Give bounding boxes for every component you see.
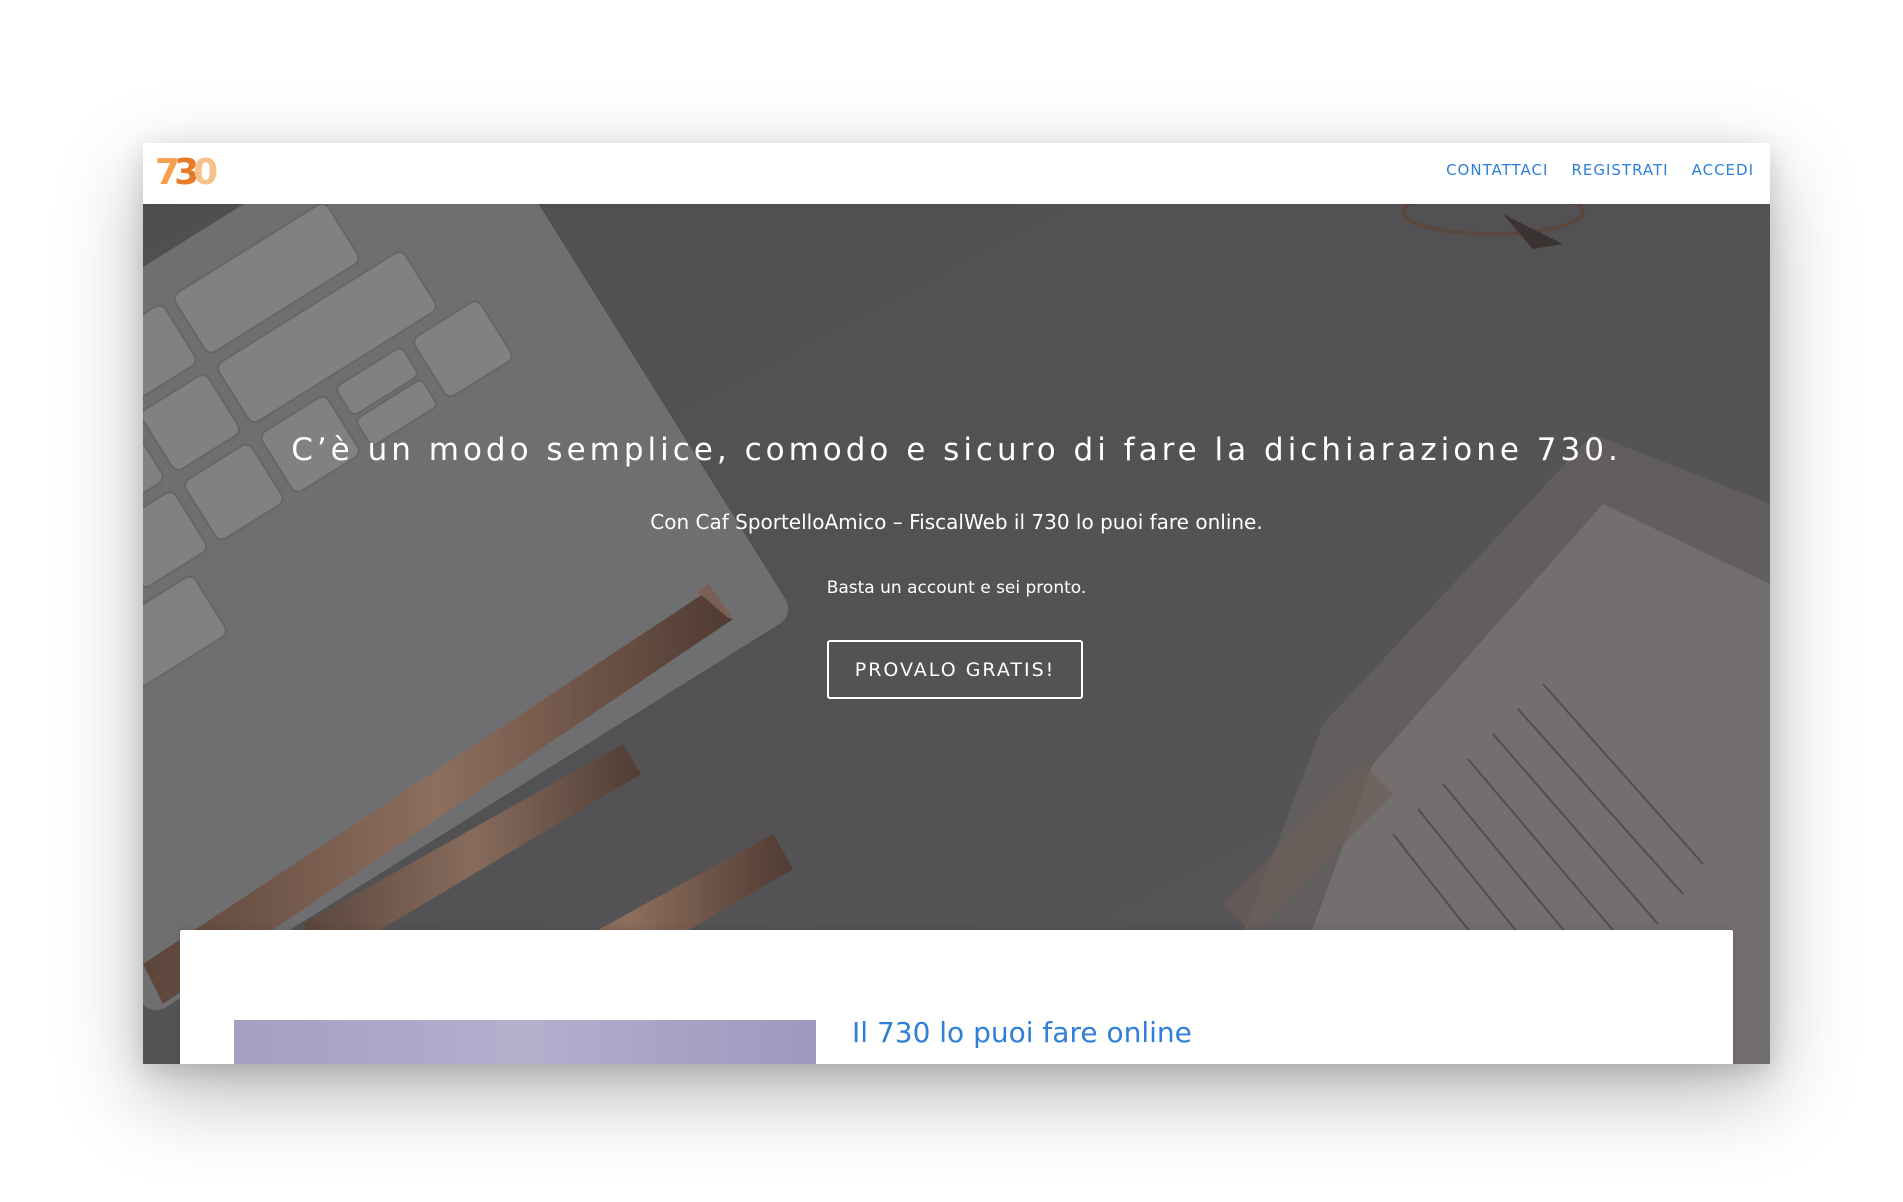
content-card: Il 730 lo puoi fare online	[180, 930, 1733, 1064]
logo-digit-7: 7	[155, 152, 180, 193]
hero-subtitle: Con Caf SportelloAmico – FiscalWeb il 73…	[650, 510, 1263, 534]
site-header: 730 CONTATTACI REGISTRATI ACCEDI	[143, 143, 1770, 204]
browser-page: 730 CONTATTACI REGISTRATI ACCEDI C’è un …	[143, 143, 1770, 1064]
site-logo[interactable]: 730	[155, 151, 218, 195]
hero-tagline: Basta un account e sei pronto.	[826, 578, 1087, 598]
logo-digit-3: 3	[174, 152, 199, 193]
nav-contact-link[interactable]: CONTATTACI	[1446, 161, 1548, 179]
screenshot-backdrop: 730 CONTATTACI REGISTRATI ACCEDI C’è un …	[0, 0, 1903, 1202]
main-nav: CONTATTACI REGISTRATI ACCEDI	[1446, 161, 1754, 179]
nav-login-link[interactable]: ACCEDI	[1692, 161, 1754, 179]
try-free-button[interactable]: PROVALO GRATIS!	[827, 640, 1083, 699]
section-title: Il 730 lo puoi fare online	[852, 1016, 1192, 1049]
logo-digit-0: 0	[193, 152, 218, 193]
section-image	[234, 1020, 816, 1064]
nav-register-link[interactable]: REGISTRATI	[1571, 161, 1668, 179]
hero-title: C’è un modo semplice, comodo e sicuro di…	[291, 432, 1622, 468]
